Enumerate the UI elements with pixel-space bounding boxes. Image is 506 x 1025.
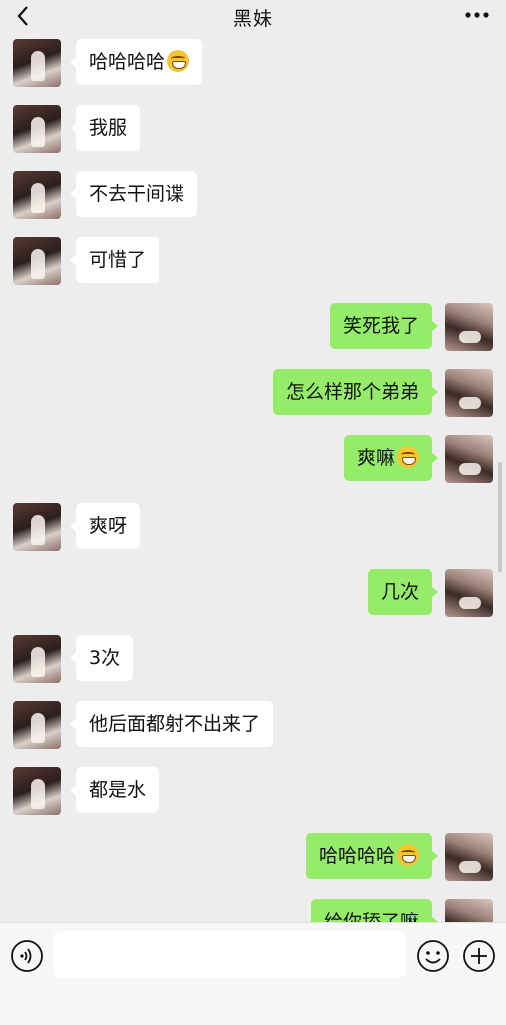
message-text: 我服 — [89, 117, 128, 139]
avatar-figure — [31, 515, 45, 545]
input-bar — [0, 922, 506, 1025]
message-text: 3次 — [89, 647, 121, 669]
message-row: 哈哈哈哈 — [0, 39, 506, 87]
message-row: 爽呀 — [0, 503, 506, 551]
plus-icon — [463, 940, 495, 972]
message-row: 爽嘛 — [0, 435, 506, 483]
my-avatar[interactable] — [445, 435, 493, 483]
sent-message-bubble[interactable]: 给你舔了嘛 — [310, 899, 439, 922]
contact-avatar[interactable] — [13, 171, 61, 219]
emoji-button[interactable] — [416, 939, 450, 973]
received-message-bubble[interactable]: 哈哈哈哈 — [69, 39, 203, 85]
message-text: 笑死我了 — [342, 315, 419, 337]
message-row: 几次 — [0, 569, 506, 617]
received-message-bubble[interactable]: 都是水 — [69, 767, 160, 813]
avatar-figure — [31, 249, 45, 279]
my-avatar[interactable] — [445, 899, 493, 922]
message-text: 不去干间谍 — [89, 183, 185, 205]
message-row: 可惜了 — [0, 237, 506, 285]
laugh-cry-emoji-icon — [167, 49, 190, 72]
message-text: 怎么样那个弟弟 — [285, 381, 419, 403]
more-dots-icon — [465, 12, 489, 18]
received-message-bubble[interactable]: 他后面都射不出来了 — [69, 701, 274, 747]
avatar-figure — [459, 331, 481, 343]
message-text: 都是水 — [89, 779, 147, 801]
avatar-figure — [459, 397, 481, 409]
contact-avatar[interactable] — [13, 237, 61, 285]
sent-message-bubble[interactable]: 怎么样那个弟弟 — [272, 369, 439, 415]
message-row: 我服 — [0, 105, 506, 153]
message-input[interactable] — [54, 931, 406, 977]
scrollbar[interactable] — [498, 462, 502, 572]
message-text: 可惜了 — [89, 249, 147, 271]
message-text: 爽呀 — [89, 515, 128, 537]
message-row: 给你舔了嘛 — [0, 899, 506, 922]
title-bar: 黑妹 — [0, 0, 506, 34]
avatar-figure — [31, 51, 45, 81]
avatar-figure — [31, 647, 45, 677]
message-text: 爽嘛 — [356, 447, 395, 469]
sent-message-bubble[interactable]: 爽嘛 — [343, 435, 439, 481]
message-row: 怎么样那个弟弟 — [0, 369, 506, 417]
message-text: 他后面都射不出来了 — [89, 713, 261, 735]
contact-avatar[interactable] — [13, 39, 61, 87]
message-row: 3次 — [0, 635, 506, 683]
avatar-figure — [31, 117, 45, 147]
my-avatar[interactable] — [445, 569, 493, 617]
contact-avatar[interactable] — [13, 105, 61, 153]
avatar-figure — [459, 463, 481, 475]
avatar-figure — [31, 779, 45, 809]
received-message-bubble[interactable]: 3次 — [69, 635, 134, 681]
avatar-figure — [31, 183, 45, 213]
message-row: 都是水 — [0, 767, 506, 815]
my-avatar[interactable] — [445, 303, 493, 351]
message-text: 给你舔了嘛 — [323, 911, 419, 922]
grin-emoji-icon — [397, 445, 419, 468]
received-message-bubble[interactable]: 我服 — [69, 105, 141, 151]
message-row: 笑死我了 — [0, 303, 506, 351]
my-avatar[interactable] — [445, 369, 493, 417]
sent-message-bubble[interactable]: 笑死我了 — [329, 303, 439, 349]
avatar-figure — [459, 861, 481, 873]
laugh-cry-emoji-icon — [397, 843, 419, 866]
sent-message-bubble[interactable]: 几次 — [367, 569, 439, 615]
my-avatar[interactable] — [445, 833, 493, 881]
chat-title: 黑妹 — [232, 8, 273, 30]
received-message-bubble[interactable]: 不去干间谍 — [69, 171, 198, 217]
avatar-figure — [459, 597, 481, 609]
message-row: 不去干间谍 — [0, 171, 506, 219]
received-message-bubble[interactable]: 可惜了 — [69, 237, 160, 283]
voice-button[interactable] — [10, 939, 44, 973]
received-message-bubble[interactable]: 爽呀 — [69, 503, 141, 549]
contact-avatar[interactable] — [13, 635, 61, 683]
sent-message-bubble[interactable]: 哈哈哈哈 — [305, 833, 439, 879]
contact-avatar[interactable] — [13, 701, 61, 749]
message-text: 哈哈哈哈 — [318, 845, 395, 867]
chat-area[interactable]: 哈哈哈哈 我服 不去干间谍 可惜了 笑死我了 怎么样那个弟弟 爽嘛 爽呀 几次 3次 他后面都射不出… — [0, 0, 506, 922]
message-row: 他后面都射不出来了 — [0, 701, 506, 749]
more-button[interactable] — [460, 2, 494, 28]
more-functions-button[interactable] — [462, 939, 496, 973]
contact-avatar[interactable] — [13, 767, 61, 815]
contact-avatar[interactable] — [13, 503, 61, 551]
message-row: 哈哈哈哈 — [0, 833, 506, 881]
message-text: 哈哈哈哈 — [89, 51, 166, 73]
avatar-figure — [31, 713, 45, 743]
voice-icon — [11, 940, 43, 972]
message-text: 几次 — [380, 581, 419, 603]
emoji-icon — [417, 940, 449, 972]
